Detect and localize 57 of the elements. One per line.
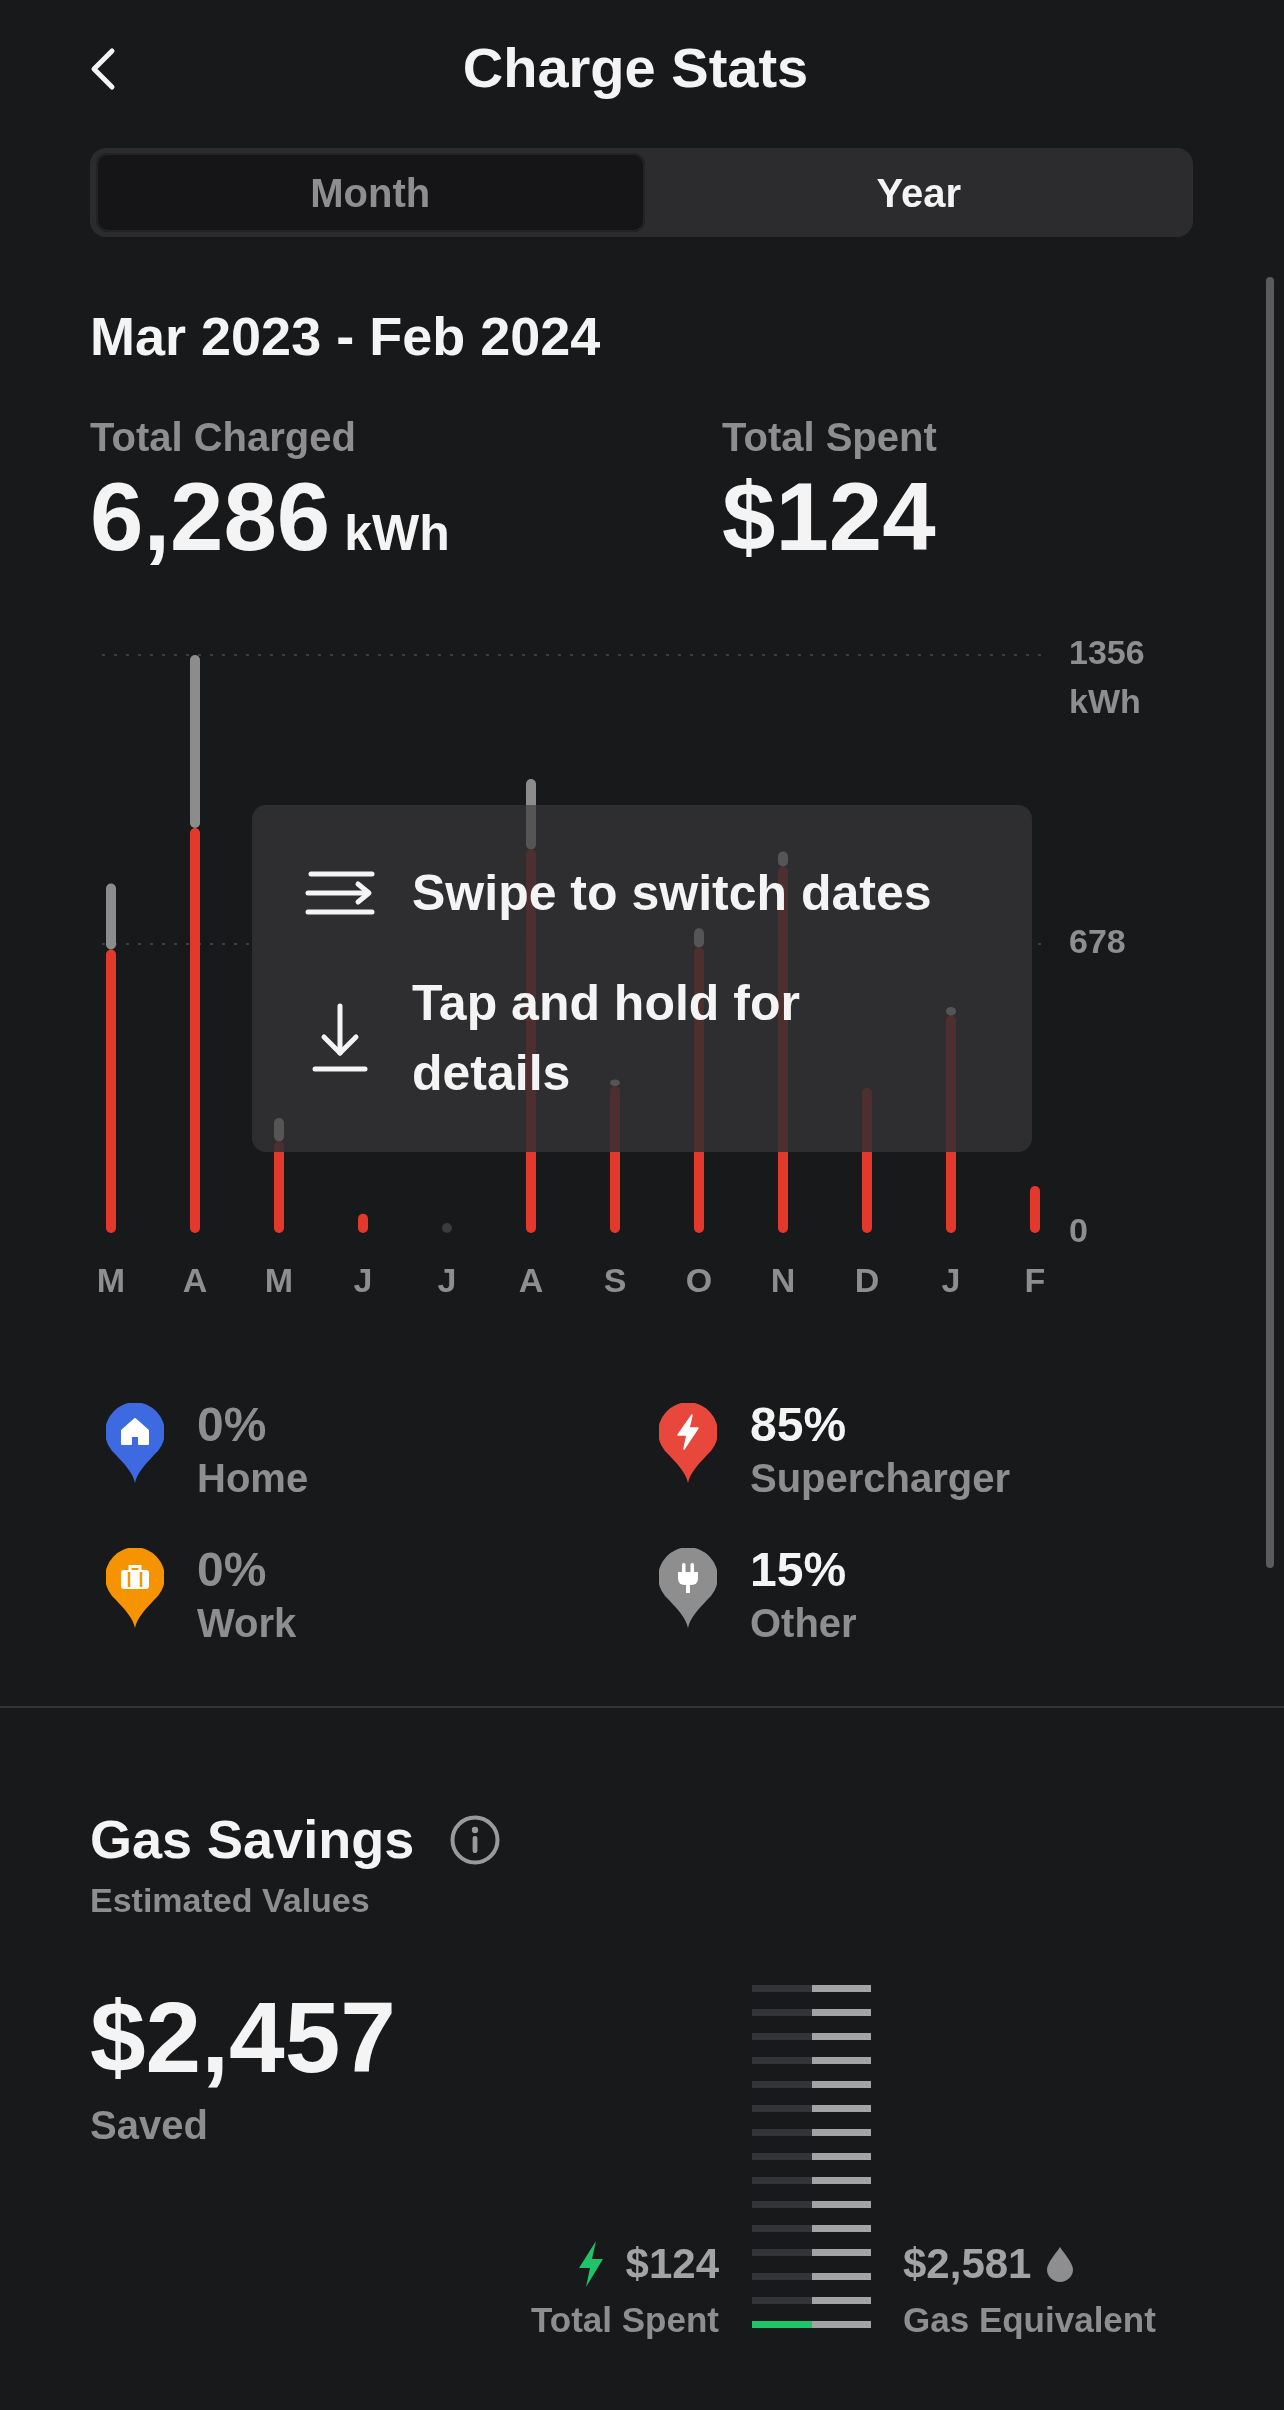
x-axis-label: M [96, 1261, 126, 1299]
drop-icon [1047, 2246, 1074, 2282]
x-axis-label: O [685, 1261, 713, 1299]
x-axis-label: N [770, 1261, 796, 1299]
bar [274, 1141, 284, 1233]
legend-label: Home [197, 1455, 309, 1502]
x-axis-label: A [182, 1261, 208, 1299]
x-axis-label: J [437, 1261, 457, 1299]
x-axis-label: J [941, 1261, 961, 1299]
gas-amount: $2,581 [903, 2239, 1032, 2289]
x-axis-label: D [854, 1261, 880, 1299]
x-axis-label: F [1024, 1261, 1046, 1299]
stat-label: Total Charged [90, 414, 357, 461]
lightning-icon [576, 2241, 605, 2287]
tab[interactable]: Year [644, 153, 1193, 232]
unit-label: kWh [1069, 682, 1141, 720]
bar [106, 883, 116, 950]
percent-value: 85% [750, 1398, 848, 1451]
stacked-bar [1030, 1186, 1040, 1233]
y-axis-label: 678 [1069, 922, 1126, 960]
section-subtitle: Estimated Values [90, 1880, 371, 1921]
spent-amount: $124 [625, 2239, 719, 2289]
percent-value: 0% [197, 1398, 268, 1451]
page-title: Charge Stats [462, 36, 809, 101]
stat-value: 6,286 [90, 463, 331, 570]
x-axis-label: M [264, 1261, 294, 1299]
spent-label: Total Spent [531, 2299, 719, 2341]
x-axis-label: S [603, 1261, 627, 1299]
y-axis-label: 1356 [1069, 633, 1145, 671]
info-icon[interactable] [450, 1814, 501, 1865]
bar [190, 655, 200, 829]
savings-amount: $2,457 [90, 1982, 397, 2092]
stat-label: Total Spent [722, 414, 937, 461]
gas-label: Gas Equivalent [903, 2299, 1156, 2341]
bar [274, 1117, 284, 1142]
legend-label: Work [197, 1600, 297, 1647]
tab[interactable]: Month [96, 153, 645, 232]
y-axis-label: 0 [1069, 1211, 1088, 1249]
percent-value: 15% [750, 1543, 848, 1596]
bar [190, 828, 200, 1233]
scroll-bar[interactable] [1266, 277, 1274, 1568]
hint-text: Tap and hold for details [412, 974, 801, 1103]
unit-label: kWh [344, 505, 450, 561]
x-axis-label: A [518, 1261, 544, 1299]
hint-text: Swipe to switch dates [412, 864, 932, 923]
x-axis-label: J [353, 1261, 373, 1299]
section-title: Gas Savings [90, 1808, 415, 1871]
zero-bar-dot [442, 1223, 452, 1233]
percent-value: 0% [197, 1543, 268, 1596]
bar [106, 949, 116, 1233]
legend-label: Other [750, 1600, 857, 1647]
stacked-bar [358, 1213, 368, 1233]
bar [526, 779, 536, 850]
savings-label: Saved [90, 2102, 209, 2149]
legend-label: Supercharger [750, 1455, 1011, 1502]
date-range: Mar 2023 - Feb 2024 [90, 305, 602, 368]
stat-value: $124 [722, 463, 936, 570]
